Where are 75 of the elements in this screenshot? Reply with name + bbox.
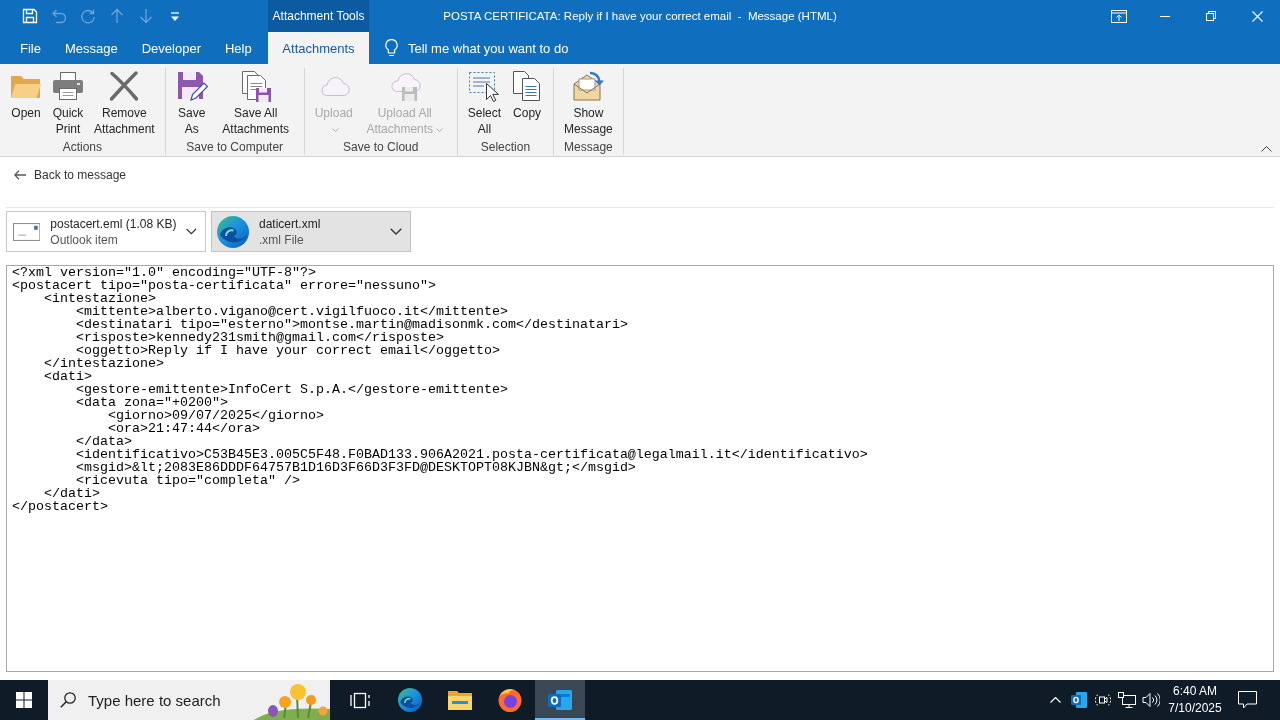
contextual-tab-header: Attachment Tools bbox=[268, 0, 369, 32]
edge-logo-icon bbox=[217, 215, 249, 248]
folder-icon bbox=[448, 690, 472, 710]
ribbon-tab[interactable]: Developer bbox=[129, 32, 213, 64]
ribbon-tab[interactable]: Attachments bbox=[268, 32, 369, 64]
restore-icon[interactable] bbox=[1206, 11, 1216, 21]
select-all-button[interactable]: Select All bbox=[463, 68, 506, 137]
chevron-down-icon[interactable] bbox=[390, 228, 402, 235]
code-line: <?xml version="1.0" encoding="UTF-8"?> bbox=[12, 266, 316, 279]
remove-attachment-button[interactable]: Remove Attachment bbox=[90, 68, 159, 137]
ribbon-group-label: Selection bbox=[480, 139, 531, 155]
minimize-icon[interactable] bbox=[1160, 15, 1170, 17]
windows-logo-icon[interactable] bbox=[16, 692, 32, 708]
clock[interactable]: 6:40 AM 7/10/2025 bbox=[1163, 680, 1227, 720]
ribbon-tab[interactable]: Help bbox=[212, 32, 264, 64]
attachment-card[interactable]: postacert.eml (1.08 KB) Outlook item bbox=[6, 211, 206, 252]
search-icon bbox=[60, 692, 76, 708]
video-camera-icon[interactable] bbox=[1095, 692, 1111, 708]
code-line: <data zona="+0200"> bbox=[76, 396, 228, 409]
cross-icon bbox=[108, 70, 141, 102]
chevron-down-icon[interactable] bbox=[186, 228, 197, 235]
quick-print-button[interactable]: Quick Print bbox=[48, 68, 88, 137]
code-line: <dati> bbox=[44, 370, 92, 383]
show-message-button[interactable]: Show Message bbox=[560, 68, 617, 137]
dashed-selection-cursor-icon bbox=[468, 70, 501, 102]
window-title: POSTA CERTIFICATA: Reply if I have your correct email - Message (HTML) bbox=[443, 10, 837, 22]
left-arrow-icon bbox=[14, 170, 26, 180]
code-line: <ricevuta tipo="completa" /> bbox=[76, 474, 300, 487]
code-line: <destinatari tipo="esterno">montse.martin@madisonmk.com</destinatari> bbox=[76, 318, 628, 331]
ribbon-group-label: Save to Cloud bbox=[343, 139, 419, 155]
ribbon-tab[interactable]: File bbox=[8, 32, 53, 64]
ribbon-group-label: Save to Computer bbox=[186, 139, 284, 155]
outlook-logo-icon[interactable] bbox=[1071, 692, 1087, 708]
code-line: <mittente>alberto.vigano@cert.vigilfuoco.it</mittente> bbox=[76, 305, 508, 318]
close-icon[interactable] bbox=[1251, 10, 1263, 22]
envelope-icon bbox=[13, 221, 41, 242]
back-to-message-link[interactable]: Back to message bbox=[14, 167, 127, 183]
edge-logo-icon bbox=[398, 688, 422, 712]
copy-button[interactable]: Copy bbox=[507, 68, 548, 121]
cloud-floppy-icon bbox=[388, 70, 421, 102]
task-view-icon bbox=[350, 691, 370, 709]
open-button[interactable]: Open bbox=[6, 68, 46, 121]
speaker-icon[interactable] bbox=[1142, 692, 1160, 708]
monitor-icon[interactable] bbox=[1118, 692, 1136, 708]
code-line: </intestazione> bbox=[44, 357, 164, 370]
attachment-card[interactable]: daticert.xml .xml File bbox=[211, 211, 411, 252]
ribbon-tab[interactable]: Message bbox=[52, 32, 130, 64]
code-line: <identificativo>C53B45E3.005C5F48.F0BAD133.906A2021.posta-certificata@legalmail.it</identificativo> bbox=[76, 448, 868, 461]
ribbon-group-label: Actions bbox=[62, 139, 103, 155]
tell-me-button[interactable]: Tell me what you want to do bbox=[385, 32, 569, 64]
notifications-icon[interactable] bbox=[1237, 691, 1257, 709]
outlook-logo-icon bbox=[548, 689, 572, 711]
code-line: <msgid>&lt;2083E86DDDF64757B1D16D3F66D3F3FD@DESKTOPT08KJBN&gt;</msgid> bbox=[76, 461, 636, 474]
code-line: <intestazione> bbox=[44, 292, 156, 305]
box-up-arrow-icon[interactable] bbox=[1111, 9, 1127, 23]
firefox-logo-icon bbox=[498, 688, 522, 712]
save-as-button[interactable]: Save As bbox=[171, 68, 212, 137]
code-line: <risposte>kennedy231smith@gmail.com</risposte> bbox=[76, 331, 444, 344]
ribbon-group-label: Message bbox=[564, 139, 613, 155]
envelope-arrow-icon bbox=[572, 70, 605, 102]
lightbulb-icon bbox=[385, 39, 398, 57]
chevron-up-icon[interactable] bbox=[1260, 146, 1272, 152]
printer-icon bbox=[52, 70, 84, 102]
code-line: <giorno>09/07/2025</giorno> bbox=[108, 409, 324, 422]
code-line: <gestore-emittente>InfoCert S.p.A.</gestore-emittente> bbox=[76, 383, 508, 396]
floppy-disk-pencil-icon bbox=[175, 70, 208, 102]
code-line: </dati> bbox=[44, 487, 100, 500]
code-line: </postacert> bbox=[12, 500, 108, 513]
code-line: <oggetto>Reply if I have your correct email</oggetto> bbox=[76, 344, 500, 357]
code-line: </data> bbox=[76, 435, 132, 448]
code-line: <ora>21:47:44</ora> bbox=[108, 422, 260, 435]
save-icon[interactable] bbox=[21, 8, 38, 24]
save-all-attachments-button[interactable]: Save All Attachments bbox=[213, 68, 298, 137]
code-line: <postacert tipo="posta-certificata" errore="nessuno"> bbox=[12, 279, 436, 292]
documents-floppy-icon bbox=[239, 70, 272, 102]
